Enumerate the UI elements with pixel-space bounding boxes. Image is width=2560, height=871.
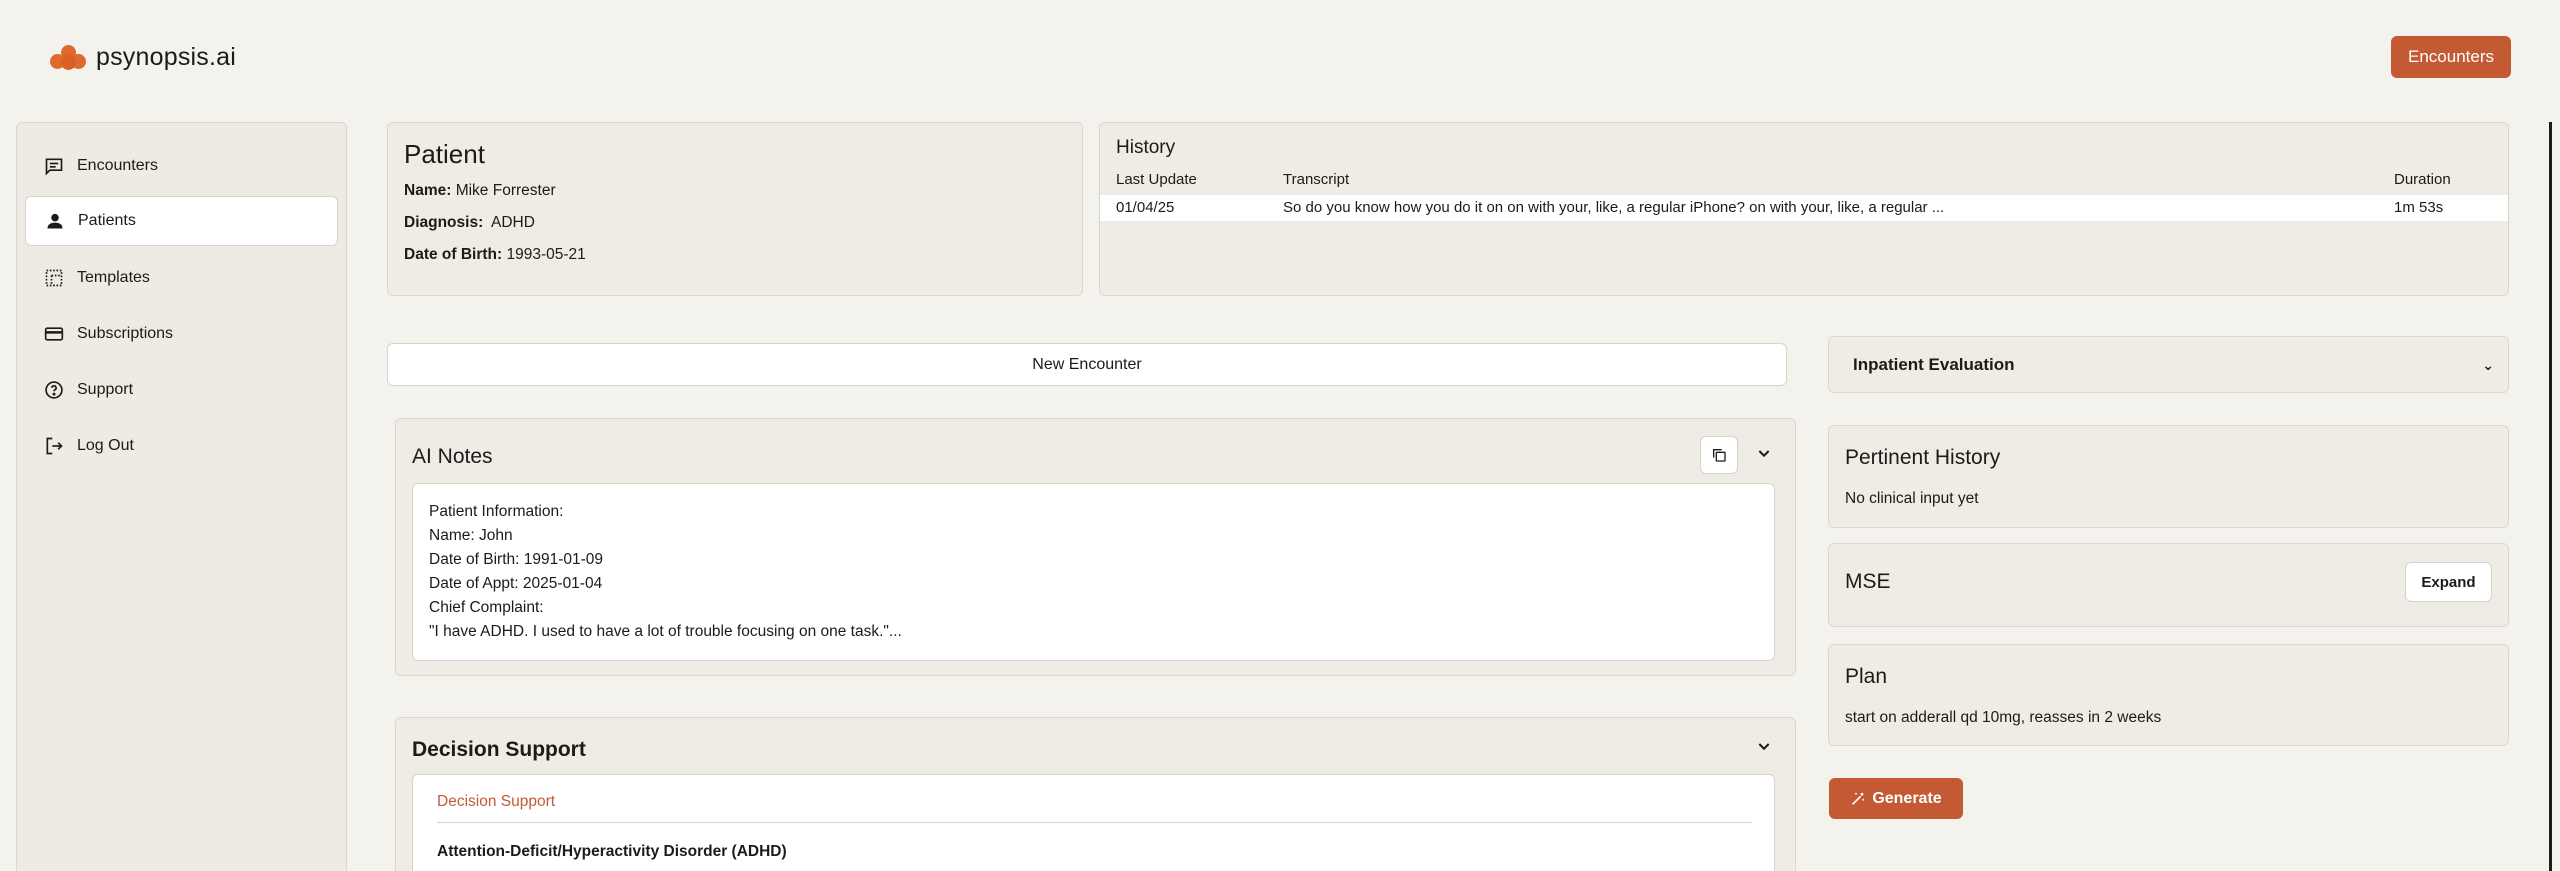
ai-notes-card: AI Notes Patient Information: Name: John…: [395, 418, 1796, 676]
pertinent-history-text: No clinical input yet: [1845, 490, 1979, 507]
ai-note-line: Chief Complaint:: [429, 599, 544, 616]
patient-name-label: Name:: [404, 182, 452, 199]
sidebar-item-label: Subscriptions: [77, 325, 174, 342]
ai-notes-title: AI Notes: [412, 445, 493, 468]
column-header-last-update: Last Update: [1116, 171, 1197, 188]
logout-icon: [43, 435, 65, 457]
brand-name: psynopsis.ai: [96, 42, 236, 71]
pertinent-history-title: Pertinent History: [1845, 446, 2001, 469]
ai-notes-body[interactable]: Patient Information: Name: John Date of …: [412, 483, 1775, 661]
history-transcript: So do you know how you do it on on with …: [1283, 199, 1945, 216]
copy-button[interactable]: [1700, 436, 1738, 474]
credit-card-icon: [43, 323, 65, 345]
collapse-chevron-icon[interactable]: [1756, 738, 1772, 754]
top-header: psynopsis.ai Encounters: [0, 0, 2560, 118]
template-icon: [43, 267, 65, 289]
copy-icon: [1713, 449, 1726, 462]
decision-support-subtitle: Decision Support: [437, 793, 556, 810]
decision-support-card: Decision Support Decision Support Attent…: [395, 717, 1796, 871]
patient-card: Patient Name: Mike Forrester Diagnosis: …: [387, 122, 1083, 296]
new-encounter-button[interactable]: New Encounter: [387, 343, 1787, 386]
collapse-chevron-icon[interactable]: [1756, 445, 1772, 461]
ai-note-line: Name: John: [429, 527, 513, 544]
patient-diagnosis-row: Diagnosis: ADHD: [404, 214, 1066, 232]
chat-list-icon: [43, 155, 65, 177]
patient-name-row: Name: Mike Forrester: [404, 182, 1066, 200]
logo-icon: [50, 42, 86, 72]
mse-card: MSE Expand: [1828, 543, 2509, 627]
help-circle-icon: [43, 379, 65, 401]
sidebar-item-label: Encounters: [77, 157, 158, 174]
ai-note-line: Date of Appt: 2025-01-04: [429, 575, 603, 592]
plan-title: Plan: [1845, 665, 1888, 688]
sidebar-item-label: Templates: [77, 269, 150, 286]
pertinent-history-card: Pertinent History No clinical input yet: [1828, 425, 2509, 528]
decision-support-title: Decision Support: [412, 738, 586, 761]
history-duration: 1m 53s: [2394, 199, 2444, 216]
generate-label: Generate: [1872, 789, 1942, 807]
magic-wand-icon: [1852, 792, 1865, 805]
sidebar-item-templates[interactable]: Templates: [25, 253, 338, 303]
decision-support-body: Decision Support Attention-Deficit/Hyper…: [412, 774, 1775, 871]
plan-card: Plan start on adderall qd 10mg, reasses …: [1828, 644, 2509, 746]
sidebar-item-subscriptions[interactable]: Subscriptions: [25, 309, 338, 359]
generate-button[interactable]: Generate: [1829, 778, 1963, 819]
sidebar-item-label: Support: [77, 381, 134, 398]
encounters-button[interactable]: Encounters: [2391, 36, 2511, 78]
column-header-duration: Duration: [2394, 171, 2451, 188]
scrollbar[interactable]: [2549, 122, 2552, 871]
table-row[interactable]: 01/04/25 So do you know how you do it on…: [1100, 195, 2508, 221]
history-last-update: 01/04/25: [1116, 199, 1175, 216]
expand-button[interactable]: Expand: [2405, 562, 2492, 602]
patient-name: Mike Forrester: [455, 182, 556, 199]
history-title: History: [1116, 137, 1176, 158]
ai-note-line: "I have ADHD. I used to have a lot of tr…: [429, 623, 902, 640]
sidebar-item-encounters[interactable]: Encounters: [25, 141, 338, 191]
patient-title: Patient: [404, 139, 485, 169]
sidebar: Encounters Patients Templates Subscripti…: [16, 122, 347, 871]
chevron-down-icon: ⌄: [2482, 357, 2494, 373]
sidebar-item-logout[interactable]: Log Out: [25, 421, 338, 471]
patient-diagnosis-label: Diagnosis:: [404, 214, 484, 231]
sidebar-item-patients[interactable]: Patients: [25, 196, 338, 246]
sidebar-item-label: Patients: [78, 212, 136, 229]
plan-text: start on adderall qd 10mg, reasses in 2 …: [1845, 709, 2162, 726]
template-select-value: Inpatient Evaluation: [1853, 354, 2015, 374]
brand-logo[interactable]: psynopsis.ai: [50, 42, 236, 72]
history-card: History Last Update Transcript Duration …: [1099, 122, 2509, 296]
patient-dob-row: Date of Birth: 1993-05-21: [404, 246, 1066, 264]
ai-note-line: Date of Birth: 1991-01-09: [429, 551, 604, 568]
mse-title: MSE: [1845, 570, 1891, 593]
sidebar-item-support[interactable]: Support: [25, 365, 338, 415]
sidebar-item-label: Log Out: [77, 437, 134, 454]
history-table-header: Last Update Transcript Duration: [1100, 169, 2508, 191]
column-header-transcript: Transcript: [1283, 171, 1350, 188]
patient-dob: 1993-05-21: [506, 246, 586, 263]
decision-support-item: Attention-Deficit/Hyperactivity Disorder…: [437, 843, 787, 860]
template-select[interactable]: Inpatient Evaluation ⌄: [1828, 336, 2509, 393]
divider: [437, 822, 1752, 823]
patient-dob-label: Date of Birth:: [404, 246, 503, 263]
patient-diagnosis: ADHD: [491, 214, 535, 231]
ai-note-line: Patient Information:: [429, 503, 564, 520]
person-icon: [44, 210, 66, 232]
